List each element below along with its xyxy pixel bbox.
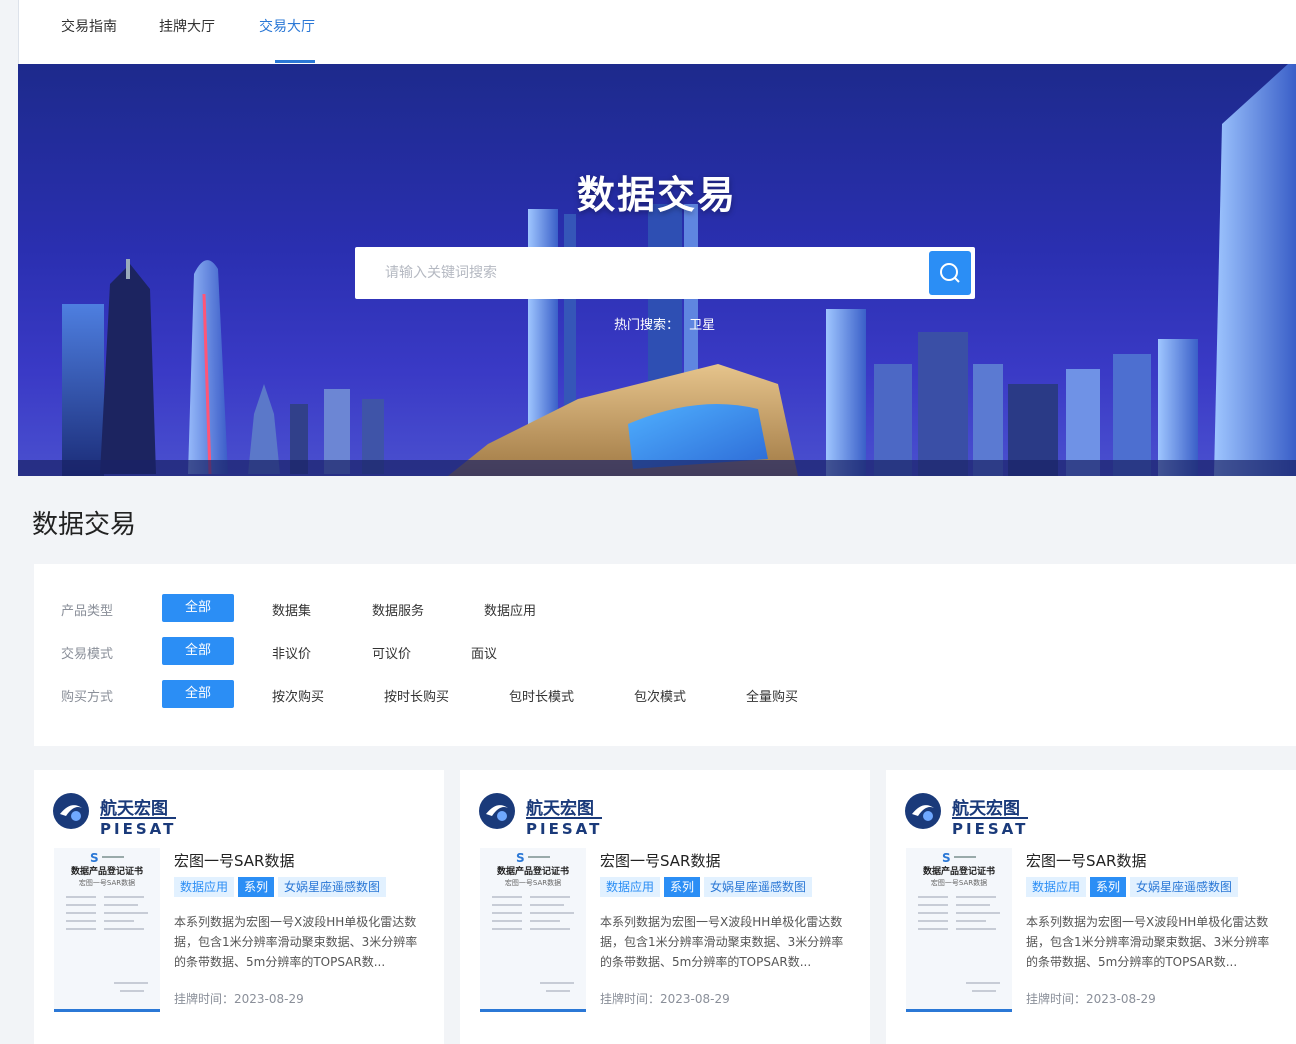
filter-row-purchase-method: 购买方式 全部 按次购买 按时长购买 包时长模式 包次模式 全量购买 [34, 680, 1296, 710]
hot-search-keyword[interactable]: 卫星 [689, 318, 715, 333]
product-description: 本系列数据为宏图一号X波段HH单极化雷达数据，包含1米分辨率滑动聚束数据、3米分… [174, 915, 418, 969]
product-thumbnail: S 数据产品登记证书 宏图一号SAR数据 [480, 848, 586, 1012]
hero-title: 数据交易 [576, 173, 737, 217]
tag-category: 数据应用 [600, 877, 661, 897]
thumbnail-heading: 数据产品登记证书 [922, 867, 995, 877]
tag-series: 系列 [238, 877, 275, 897]
filter-option[interactable]: 数据服务 [372, 600, 424, 619]
product-description: 本系列数据为宏图一号X波段HH单极化雷达数据，包含1米分辨率滑动聚束数据、3米分… [1026, 915, 1270, 969]
product-tags: 数据应用 系列 女娲星座遥感数图 [1026, 877, 1242, 899]
listing-time: 挂牌时间：2023-08-29 [600, 992, 730, 1006]
product-title[interactable]: 宏图一号SAR数据 [1026, 850, 1146, 871]
search-box [355, 247, 975, 299]
filter-option[interactable]: 面议 [471, 643, 497, 662]
brand-name-en: PIESAT [526, 817, 603, 838]
listing-time: 挂牌时间：2023-08-29 [1026, 992, 1156, 1006]
tag-constellation: 女娲星座遥感数图 [278, 877, 387, 897]
listing-time: 挂牌时间：2023-08-29 [174, 992, 304, 1006]
filter-option[interactable]: 包时长模式 [509, 686, 574, 705]
thumbnail-heading: 数据产品登记证书 [496, 867, 569, 877]
tag-constellation: 女娲星座遥感数图 [704, 877, 813, 897]
certificate-logo-icon: S [90, 851, 124, 864]
filter-option[interactable]: 数据集 [272, 600, 311, 619]
filter-option[interactable]: 非议价 [272, 643, 311, 662]
search-icon [940, 263, 960, 283]
filter-row-product-type: 产品类型 全部 数据集 数据服务 数据应用 [34, 594, 1296, 624]
product-thumbnail: S 数据产品登记证书 宏图一号SAR数据 [54, 848, 160, 1012]
tag-category: 数据应用 [1026, 877, 1087, 897]
thumbnail-subtitle: 宏图一号SAR数据 [930, 879, 988, 887]
brand-name-en: PIESAT [100, 817, 177, 838]
tab-listing-hall[interactable]: 挂牌大厅 [159, 16, 215, 36]
product-card[interactable]: 航天宏图 PIESAT S 数据产品登记证书 宏图一号SAR数据 宏图一号SAR… [886, 770, 1296, 1044]
piesat-logo-icon [53, 793, 89, 829]
filter-label: 购买方式 [61, 690, 114, 705]
svg-text:S: S [90, 851, 99, 864]
piesat-logo-icon [905, 793, 941, 829]
thumbnail-subtitle: 宏图一号SAR数据 [504, 879, 562, 887]
tab-trading-hall[interactable]: 交易大厅 [259, 16, 315, 36]
brand-name-en: PIESAT [952, 817, 1029, 838]
hero-banner: 数据交易 热门搜索： 卫星 [18, 64, 1296, 476]
filter-option[interactable]: 按时长购买 [384, 686, 449, 705]
thumbnail-heading: 数据产品登记证书 [70, 867, 143, 877]
brand-name: 航天宏图 [100, 799, 168, 819]
filter-option[interactable]: 全部 [162, 637, 234, 665]
product-title[interactable]: 宏图一号SAR数据 [600, 850, 720, 871]
product-card[interactable]: 航天宏图 PIESAT S 数据产品登记证书 宏图一号SAR数据 宏图一号SAR… [34, 770, 444, 1044]
piesat-logo-icon [479, 793, 515, 829]
brand-name: 航天宏图 [952, 799, 1020, 819]
search-button[interactable] [929, 251, 971, 295]
product-thumbnail: S 数据产品登记证书 宏图一号SAR数据 [906, 848, 1012, 1012]
filter-option[interactable]: 按次购买 [272, 686, 324, 705]
hot-search: 热门搜索： 卫星 [614, 314, 721, 333]
tag-series: 系列 [1090, 877, 1127, 897]
tab-trading-guide[interactable]: 交易指南 [61, 16, 117, 36]
search-input[interactable] [355, 247, 925, 299]
filter-option[interactable]: 包次模式 [634, 686, 686, 705]
thumbnail-subtitle: 宏图一号SAR数据 [78, 879, 136, 887]
tag-series: 系列 [664, 877, 701, 897]
tag-category: 数据应用 [174, 877, 235, 897]
filter-option[interactable]: 全量购买 [746, 686, 798, 705]
filter-option[interactable]: 全部 [162, 594, 234, 622]
filter-option[interactable]: 数据应用 [484, 600, 536, 619]
svg-text:S: S [516, 851, 525, 864]
filter-option[interactable]: 可议价 [372, 643, 411, 662]
certificate-logo-icon: S [516, 851, 550, 864]
product-title[interactable]: 宏图一号SAR数据 [174, 850, 294, 871]
filter-label: 产品类型 [61, 604, 114, 619]
svg-text:S: S [942, 851, 951, 864]
section-title: 数据交易 [32, 510, 137, 540]
top-nav: 交易指南 挂牌大厅 交易大厅 [18, 0, 1296, 64]
filter-label: 交易模式 [61, 647, 114, 662]
product-tags: 数据应用 系列 女娲星座遥感数图 [174, 877, 390, 899]
product-description: 本系列数据为宏图一号X波段HH单极化雷达数据，包含1米分辨率滑动聚束数据、3米分… [600, 915, 844, 969]
brand-name: 航天宏图 [526, 799, 594, 819]
filter-row-trade-mode: 交易模式 全部 非议价 可议价 面议 [34, 637, 1296, 667]
filter-option[interactable]: 全部 [162, 680, 234, 708]
product-tags: 数据应用 系列 女娲星座遥感数图 [600, 877, 816, 899]
product-card[interactable]: 航天宏图 PIESAT S 数据产品登记证书 宏图一号SAR数据 宏图一号SAR… [460, 770, 870, 1044]
tag-constellation: 女娲星座遥感数图 [1130, 877, 1239, 897]
hot-search-label: 热门搜索： [614, 318, 680, 333]
certificate-logo-icon: S [942, 851, 976, 864]
filter-panel: 产品类型 全部 数据集 数据服务 数据应用 交易模式 全部 非议价 可议价 面议… [34, 564, 1296, 746]
active-tab-indicator [275, 60, 315, 63]
